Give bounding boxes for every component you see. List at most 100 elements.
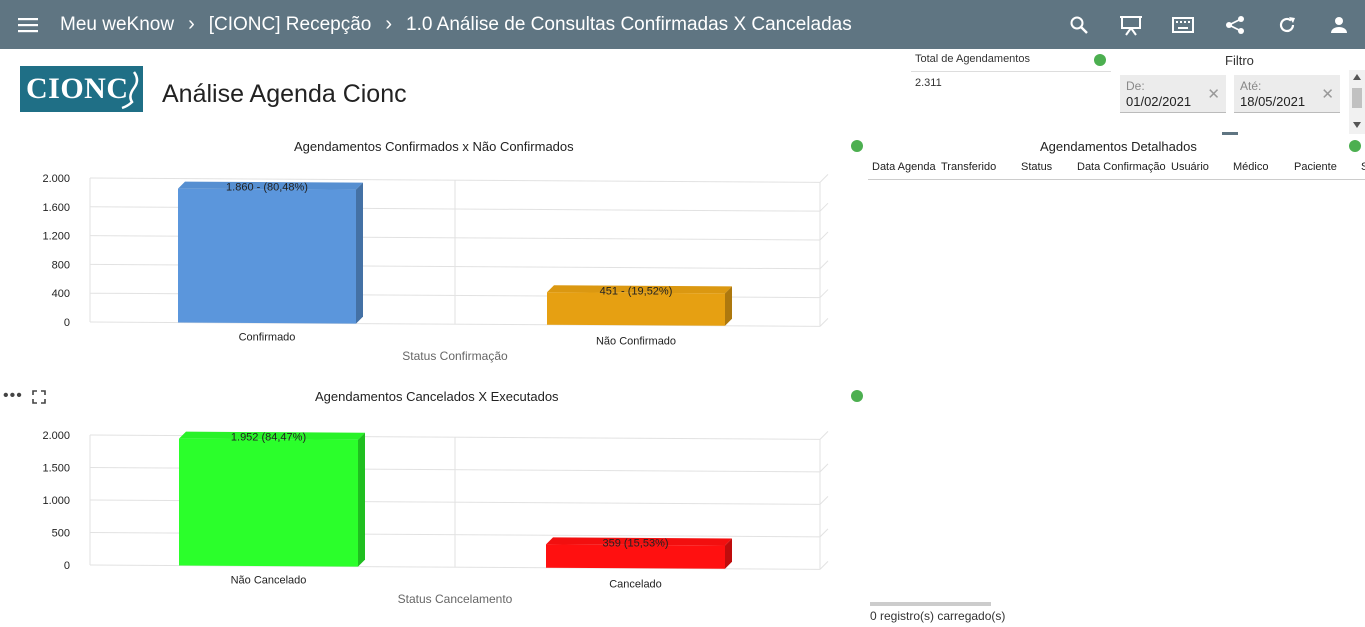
column-header[interactable]: S xyxy=(1361,161,1365,173)
user-icon xyxy=(1331,16,1347,33)
x-tick-label: Confirmado xyxy=(239,332,296,344)
share-button[interactable] xyxy=(1209,0,1261,49)
gridline xyxy=(819,260,829,270)
top-bar: Meu weKnow › [CIONC] Recepção › 1.0 Anál… xyxy=(0,0,1365,49)
presentation-button[interactable] xyxy=(1105,0,1157,49)
menu-icon xyxy=(18,17,38,32)
date-to-field[interactable]: Até: 18/05/2021 ✕ xyxy=(1234,75,1340,113)
date-from-field[interactable]: De: 01/02/2021 ✕ xyxy=(1120,75,1226,113)
scrollbar-thumb[interactable] xyxy=(1352,88,1362,108)
data-label: 1.860 - (80,48%) xyxy=(226,182,308,194)
table-scrollbar[interactable] xyxy=(870,602,991,606)
gridline xyxy=(819,528,829,538)
column-header[interactable]: Status xyxy=(1021,161,1052,173)
logo-text: CIONC xyxy=(26,72,129,105)
column-header[interactable]: Data Confirmação xyxy=(1077,161,1166,173)
bar xyxy=(547,292,725,326)
y-tick-label: 2.000 xyxy=(42,173,70,185)
breadcrumb-item-home[interactable]: Meu weKnow xyxy=(60,14,174,36)
status-dot-icon xyxy=(851,390,863,402)
status-dot-icon xyxy=(851,140,863,152)
date-to-value[interactable]: 18/05/2021 xyxy=(1240,94,1305,109)
x-tick-label: Não Cancelado xyxy=(231,575,307,587)
bar xyxy=(179,438,358,567)
presentation-icon xyxy=(1120,15,1142,36)
more-options-icon[interactable]: ••• xyxy=(3,387,23,405)
bar-side xyxy=(356,182,363,324)
gridline xyxy=(819,318,829,327)
chevron-right-icon: › xyxy=(188,13,195,35)
column-header[interactable]: Médico xyxy=(1233,161,1268,173)
y-tick-label: 500 xyxy=(52,528,70,540)
menu-button[interactable] xyxy=(0,0,56,49)
date-to-label: Até: xyxy=(1240,79,1262,93)
x-axis-label: Status Confirmação xyxy=(402,349,508,363)
scroll-down-icon[interactable] xyxy=(1353,122,1361,128)
breadcrumb-item-folder[interactable]: [CIONC] Recepção xyxy=(209,14,372,36)
data-label: 359 (15,53%) xyxy=(602,537,668,549)
records-count: 0 registro(s) carregado(s) xyxy=(870,609,1006,623)
share-icon xyxy=(1226,15,1244,34)
gridline xyxy=(819,174,829,183)
chart-2: 0 500 1.000 1.500 2.000 1.952 (84,47%) Não Can… xyxy=(42,430,829,606)
refresh-button[interactable] xyxy=(1261,0,1313,49)
column-header[interactable]: Paciente xyxy=(1294,161,1337,173)
date-from-label: De: xyxy=(1126,79,1145,93)
breadcrumb-item-current: 1.0 Análise de Consultas Confirmadas X C… xyxy=(406,13,852,35)
keyboard-button[interactable] xyxy=(1157,0,1209,49)
x-tick-label: Não Confirmado xyxy=(596,336,676,348)
column-header[interactable]: Data Agenda xyxy=(872,161,936,173)
gridline xyxy=(819,289,829,298)
y-tick-label: 0 xyxy=(64,560,70,572)
x-tick-label: Cancelado xyxy=(609,579,662,591)
date-from-value[interactable]: 01/02/2021 xyxy=(1126,94,1191,109)
gridline xyxy=(819,431,829,440)
divider xyxy=(1222,132,1238,135)
bar-side xyxy=(358,432,365,567)
expand-icon[interactable] xyxy=(32,390,46,404)
clear-icon[interactable]: ✕ xyxy=(1321,85,1334,103)
kpi-value: 2.311 xyxy=(915,77,942,89)
y-tick-label: 1.200 xyxy=(42,231,70,243)
refresh-icon xyxy=(1279,16,1295,32)
y-tick-label: 0 xyxy=(64,317,70,329)
page-title: Análise Agenda Cionc xyxy=(162,80,407,108)
y-tick-label: 1.000 xyxy=(42,495,70,507)
y-tick-label: 800 xyxy=(52,259,70,271)
gridline xyxy=(819,231,829,241)
y-tick-label: 400 xyxy=(52,288,70,300)
data-label: 1.952 (84,47%) xyxy=(231,432,306,444)
logo-map-icon xyxy=(121,71,139,110)
clear-icon[interactable]: ✕ xyxy=(1207,85,1220,103)
keyboard-icon xyxy=(1172,16,1194,33)
data-label: 451 - (19,52%) xyxy=(600,285,673,297)
status-dot-icon xyxy=(1349,140,1361,152)
kpi-total-agendamentos: Total de Agendamentos 2.311 xyxy=(911,50,1111,100)
chart-2-title: Agendamentos Cancelados X Executados xyxy=(315,389,559,404)
y-tick-label: 1.500 xyxy=(42,463,70,475)
search-icon xyxy=(1070,16,1088,34)
company-logo: CIONC xyxy=(20,66,143,112)
y-tick-label: 2.000 xyxy=(42,430,70,442)
breadcrumb: Meu weKnow › [CIONC] Recepção › 1.0 Anál… xyxy=(60,13,852,36)
column-header[interactable]: Transferido xyxy=(941,161,996,173)
divider xyxy=(911,71,1111,72)
filter-title: Filtro xyxy=(1225,53,1254,68)
user-button[interactable] xyxy=(1313,0,1365,49)
chart-1: 0 400 800 1.200 1.600 2.000 1.860 - (80,48%) Co… xyxy=(42,173,829,363)
kpi-label: Total de Agendamentos xyxy=(915,53,1030,65)
gridline xyxy=(819,561,829,570)
scroll-up-icon[interactable] xyxy=(1353,74,1361,80)
gridline xyxy=(819,463,829,473)
gridline xyxy=(819,496,829,505)
detail-table-title: Agendamentos Detalhados xyxy=(1040,139,1197,154)
search-button[interactable] xyxy=(1053,0,1105,49)
chart-1-title: Agendamentos Confirmados x Não Confirmad… xyxy=(294,139,574,154)
column-header[interactable]: Usuário xyxy=(1171,161,1209,173)
gridline xyxy=(819,202,829,212)
status-dot-icon xyxy=(1094,54,1106,66)
x-axis-label: Status Cancelamento xyxy=(398,592,513,606)
filter-scrollbar[interactable] xyxy=(1349,70,1365,134)
chevron-right-icon: › xyxy=(385,13,393,35)
top-actions xyxy=(1053,0,1365,49)
